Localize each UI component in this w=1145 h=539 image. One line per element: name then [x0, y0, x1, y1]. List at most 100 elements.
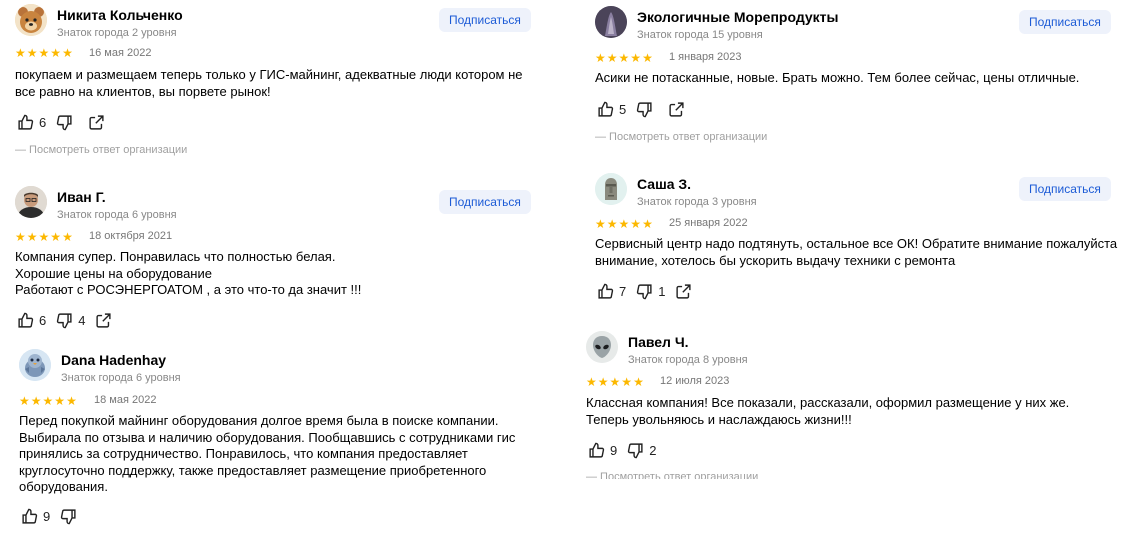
- author-name[interactable]: Dana Hadenhay: [61, 352, 166, 368]
- star-icon: ★: [595, 51, 606, 65]
- thumbs-up-icon: [22, 508, 38, 524]
- alien-emoji-icon[interactable]: [586, 331, 618, 363]
- thumbs-down-icon: [628, 443, 643, 459]
- star-icon: ★: [606, 217, 618, 231]
- bird-avatar-icon[interactable]: [19, 349, 51, 381]
- star-icon: ★: [62, 46, 73, 60]
- like-button[interactable]: 5: [597, 101, 626, 118]
- dislike-button[interactable]: [60, 508, 82, 525]
- star-icon: ★: [54, 394, 66, 408]
- share-button[interactable]: [95, 312, 112, 329]
- share-button[interactable]: [88, 114, 105, 131]
- star-icon: ★: [642, 217, 653, 231]
- star-icon: ★: [633, 375, 644, 389]
- rating-stars: ★ ★ ★ ★ ★: [595, 52, 653, 64]
- thumbs-down-icon: [637, 284, 652, 300]
- star-icon: ★: [15, 46, 26, 60]
- author-level: Знаток города 2 уровня: [57, 27, 177, 39]
- star-icon: ★: [15, 230, 26, 244]
- dislike-button[interactable]: 4: [56, 312, 85, 329]
- review-date: 25 января 2022: [669, 217, 748, 229]
- star-icon: ★: [595, 217, 606, 231]
- thumbs-up-icon: [18, 114, 34, 130]
- dislike-button[interactable]: 1: [636, 283, 665, 300]
- star-icon: ★: [38, 230, 50, 244]
- like-button[interactable]: 6: [17, 312, 46, 329]
- review-text-line: все равно на клиентов, вы порвете рынок!: [15, 83, 271, 99]
- review-actions: 6: [17, 114, 105, 131]
- share-icon: [676, 284, 692, 299]
- like-button[interactable]: 9: [21, 508, 50, 525]
- star-icon: ★: [586, 375, 597, 389]
- review-text-line: Перед покупкой майнинг оборудования долг…: [19, 413, 499, 428]
- author-level: Знаток города 3 уровня: [637, 196, 757, 208]
- review-date: 18 октября 2021: [89, 230, 173, 242]
- review-card: Павел Ч. Знаток города 8 уровня ★ ★ ★ ★ ★ 12…: [586, 331, 1106, 479]
- review-text: Компания супер. Понравилась что полность…: [15, 249, 361, 299]
- star-icon: ★: [618, 51, 630, 65]
- review-text-line: покупаем и размещаем теперь только у ГИС…: [15, 67, 523, 82]
- author-name[interactable]: Иван Г.: [57, 189, 106, 205]
- author-name[interactable]: Павел Ч.: [628, 334, 689, 350]
- dislike-count: 1: [658, 284, 666, 299]
- view-organization-reply-link[interactable]: — Посмотреть ответ организации: [15, 144, 187, 156]
- review-actions: 5: [597, 101, 685, 118]
- dislike-button[interactable]: [636, 101, 658, 118]
- review-actions: 7 1: [597, 283, 692, 300]
- view-organization-reply-link[interactable]: — Посмотреть ответ организации: [586, 471, 758, 479]
- moai-emoji-icon[interactable]: [595, 173, 627, 205]
- star-icon: ★: [621, 375, 633, 389]
- like-button[interactable]: 9: [588, 442, 617, 459]
- review-text-line: принялись за сотрудничество. Понравилось…: [19, 446, 468, 461]
- review-text-line: оборудования.: [19, 479, 108, 494]
- subscribe-button[interactable]: Подписаться: [439, 190, 531, 214]
- star-icon: ★: [66, 394, 77, 408]
- star-icon: ★: [42, 394, 54, 408]
- star-icon: ★: [642, 51, 653, 65]
- rating-stars: ★ ★ ★ ★ ★: [595, 218, 653, 230]
- review-text-line: Теперь увольняюсь и наслаждаюсь жизни!!!: [586, 411, 852, 427]
- share-icon: [96, 313, 112, 328]
- share-button[interactable]: [675, 283, 692, 300]
- subscribe-button[interactable]: Подписаться: [1019, 10, 1111, 34]
- thumbs-up-icon: [589, 442, 605, 458]
- photo-avatar-icon[interactable]: [595, 6, 627, 38]
- review-card: Никита Кольченко Знаток города 2 уровня …: [15, 4, 535, 164]
- thumbs-up-icon: [18, 312, 34, 328]
- author-name[interactable]: Никита Кольченко: [57, 7, 183, 23]
- like-count: 5: [619, 102, 627, 117]
- author-name[interactable]: Экологичные Морепродукты: [637, 9, 839, 25]
- author-name[interactable]: Саша З.: [637, 176, 691, 192]
- star-icon: ★: [597, 375, 609, 389]
- dislike-button[interactable]: [56, 114, 78, 131]
- review-card: Экологичные Морепродукты Знаток города 1…: [595, 6, 1115, 151]
- star-icon: ★: [630, 217, 642, 231]
- thumbs-down-icon: [57, 313, 72, 329]
- like-count: 6: [39, 115, 47, 130]
- like-count: 9: [610, 443, 618, 458]
- review-text-line: Работают с РОСЭНЕРГОАТОМ , а это что-то …: [15, 282, 362, 297]
- star-icon: ★: [19, 394, 30, 408]
- review-actions: 9 2: [588, 442, 656, 459]
- review-date: 16 мая 2022: [89, 47, 152, 59]
- review-actions: 9: [21, 508, 82, 525]
- review-text-line: Классная компания! Все показали, рассказ…: [586, 395, 1070, 410]
- subscribe-button[interactable]: Подписаться: [439, 8, 531, 32]
- star-icon: ★: [618, 217, 630, 231]
- like-button[interactable]: 7: [597, 283, 626, 300]
- thumbs-down-icon: [61, 509, 76, 525]
- like-button[interactable]: 6: [17, 114, 46, 131]
- user-photo-icon[interactable]: [15, 186, 47, 218]
- dislike-button[interactable]: 2: [627, 442, 656, 459]
- bear-emoji-icon[interactable]: [15, 4, 47, 36]
- share-icon: [89, 115, 104, 130]
- like-count: 9: [43, 509, 51, 524]
- subscribe-button[interactable]: Подписаться: [1019, 177, 1111, 201]
- thumbs-up-icon: [598, 283, 614, 299]
- review-text-line: круглосуточно поддержку, также предостав…: [19, 462, 487, 478]
- review-date: 1 января 2023: [669, 51, 742, 63]
- share-button[interactable]: [668, 101, 685, 118]
- star-icon: ★: [26, 46, 38, 60]
- view-organization-reply-link[interactable]: — Посмотреть ответ организации: [595, 131, 767, 143]
- review-card: Dana Hadenhay Знаток города 6 уровня ★ ★ ★…: [19, 349, 539, 534]
